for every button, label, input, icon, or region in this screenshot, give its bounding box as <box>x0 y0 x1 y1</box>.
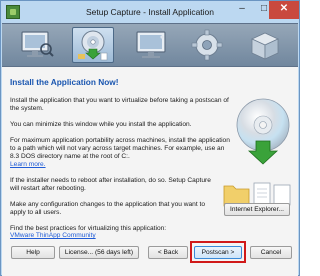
close-button[interactable]: ✕ <box>269 1 299 19</box>
configure-gear-icon <box>186 27 228 63</box>
reboot-note-text: If the installer needs to reboot after i… <box>10 177 211 192</box>
thinapp-community-link[interactable]: VMware ThinApp Community <box>10 232 96 240</box>
cancel-button[interactable]: Cancel <box>250 246 292 259</box>
setup-capture-window: Setup Capture - Install Application – □ … <box>0 0 300 276</box>
title-bar[interactable]: Setup Capture - Install Application – □ … <box>1 1 299 23</box>
license-button[interactable]: License... (56 days left) <box>59 246 139 259</box>
install-instruction-text: Install the application that you want to… <box>10 97 229 112</box>
help-button[interactable]: Help <box>11 246 55 259</box>
minimize-hint-text: You can minimize this window while you i… <box>10 121 192 128</box>
wizard-content: Install the Application Now! Install the… <box>2 67 298 276</box>
learn-more-link[interactable]: Learn more. <box>10 161 46 169</box>
page-heading: Install the Application Now! <box>10 77 119 87</box>
install-disc-icon <box>72 27 114 63</box>
back-button[interactable]: < Back <box>148 246 188 259</box>
internet-explorer-button[interactable]: Internet Explorer... <box>224 203 290 216</box>
computer-scan-icon <box>16 27 58 63</box>
wizard-steps-banner <box>2 23 298 67</box>
computer-postscan-icon <box>130 27 172 63</box>
config-note-text: Make any configuration changes to the ap… <box>10 201 206 216</box>
minimize-button[interactable]: – <box>231 1 253 19</box>
postscan-highlight-box <box>190 241 246 263</box>
package-box-icon <box>244 27 286 63</box>
portability-text: For maximum application portability acro… <box>10 137 230 160</box>
install-disc-illustration <box>232 95 292 179</box>
